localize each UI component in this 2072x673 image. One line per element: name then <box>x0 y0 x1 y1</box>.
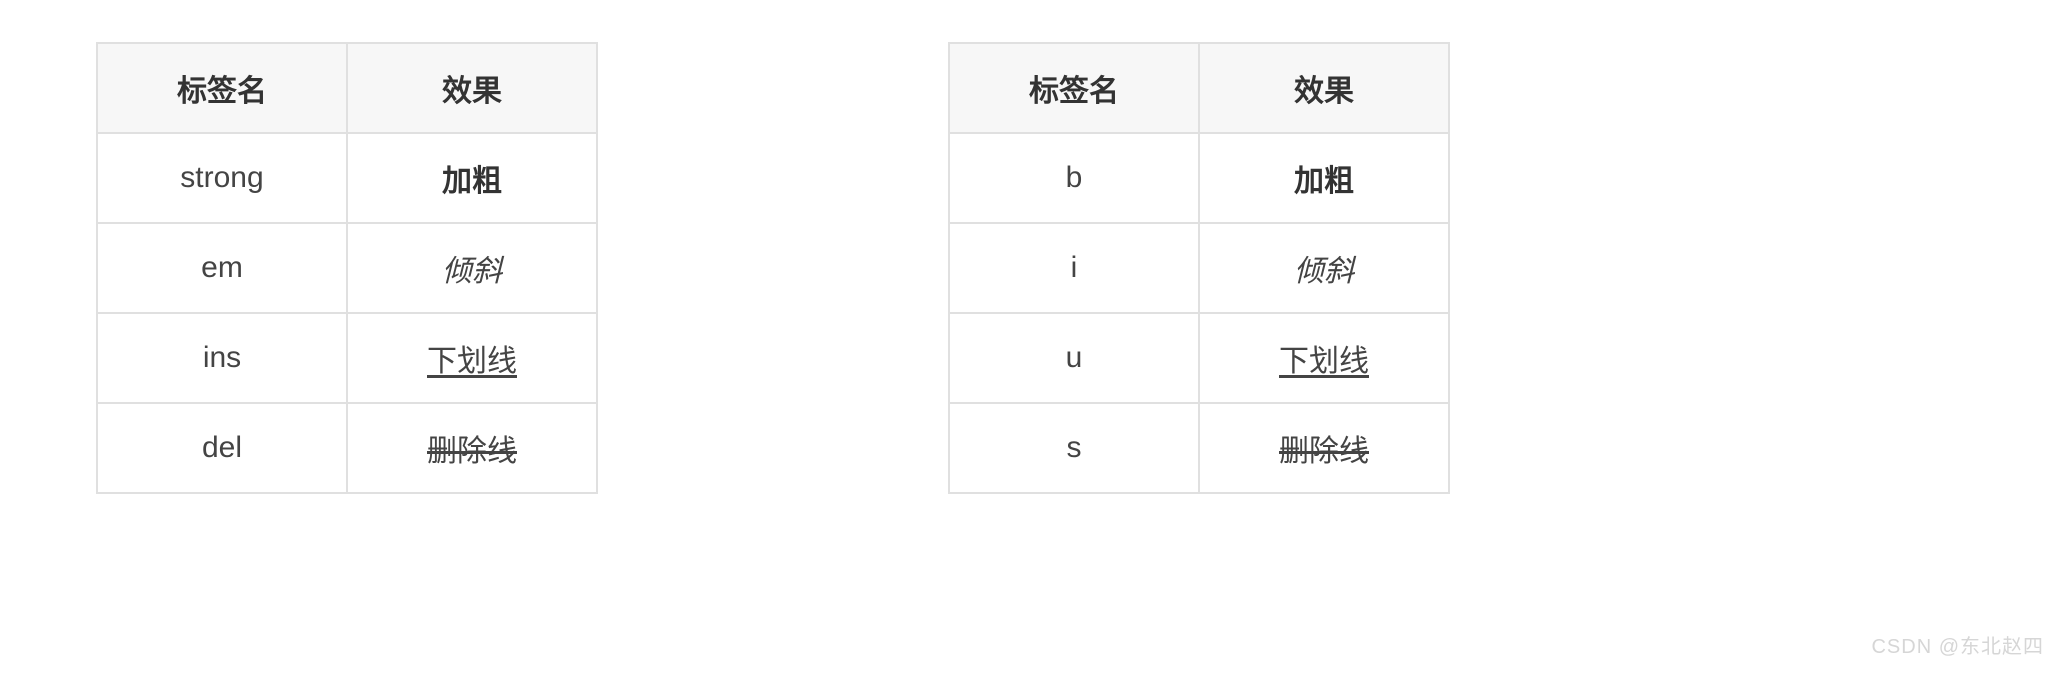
effect-text: 下划线 <box>427 345 517 378</box>
cell-tagname: em <box>97 223 347 313</box>
cell-effect-strike: 删除线 <box>1199 403 1449 493</box>
header-effect: 效果 <box>1199 43 1449 133</box>
cell-effect-italic: 倾斜 <box>1199 223 1449 313</box>
effect-text: 倾斜 <box>442 255 502 288</box>
header-effect: 效果 <box>347 43 597 133</box>
table-row: strong 加粗 <box>97 133 597 223</box>
effect-text: 删除线 <box>427 435 517 468</box>
cell-effect-strike: 删除线 <box>347 403 597 493</box>
table-row: s 删除线 <box>949 403 1449 493</box>
watermark-text: CSDN @东北赵四 <box>1871 630 2044 659</box>
table-row: em 倾斜 <box>97 223 597 313</box>
effect-text: 加粗 <box>442 165 502 198</box>
semantic-tags-table: 标签名 效果 strong 加粗 em 倾斜 ins 下划线 del 删除线 <box>96 42 598 494</box>
cell-tagname: b <box>949 133 1199 223</box>
header-tagname: 标签名 <box>97 43 347 133</box>
cell-effect-italic: 倾斜 <box>347 223 597 313</box>
effect-text: 删除线 <box>1279 435 1369 468</box>
cell-tagname: u <box>949 313 1199 403</box>
table-row: i 倾斜 <box>949 223 1449 313</box>
cell-tagname: s <box>949 403 1199 493</box>
cell-tagname: strong <box>97 133 347 223</box>
cell-effect-bold: 加粗 <box>347 133 597 223</box>
effect-text: 下划线 <box>1279 345 1369 378</box>
cell-tagname: ins <box>97 313 347 403</box>
cell-effect-bold: 加粗 <box>1199 133 1449 223</box>
tables-container: 标签名 效果 strong 加粗 em 倾斜 ins 下划线 del 删除线 <box>0 0 2072 494</box>
table-row: del 删除线 <box>97 403 597 493</box>
table-header-row: 标签名 效果 <box>949 43 1449 133</box>
cell-effect-underline: 下划线 <box>347 313 597 403</box>
table-header-row: 标签名 效果 <box>97 43 597 133</box>
cell-effect-underline: 下划线 <box>1199 313 1449 403</box>
table-row: ins 下划线 <box>97 313 597 403</box>
table-row: u 下划线 <box>949 313 1449 403</box>
header-tagname: 标签名 <box>949 43 1199 133</box>
cell-tagname: i <box>949 223 1199 313</box>
presentational-tags-table: 标签名 效果 b 加粗 i 倾斜 u 下划线 s 删除线 <box>948 42 1450 494</box>
table-row: b 加粗 <box>949 133 1449 223</box>
effect-text: 倾斜 <box>1294 255 1354 288</box>
cell-tagname: del <box>97 403 347 493</box>
effect-text: 加粗 <box>1294 165 1354 198</box>
